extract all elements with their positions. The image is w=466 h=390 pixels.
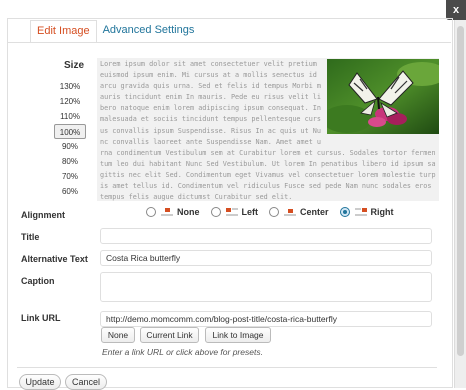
alignment-options: None Left Center Right [146, 207, 405, 217]
close-button[interactable]: x [446, 0, 466, 20]
size-option[interactable]: 110% [54, 109, 86, 124]
link-to-image-button[interactable]: Link to Image [205, 327, 271, 343]
caption-textarea[interactable] [100, 272, 432, 302]
link-url-label: Link URL [21, 313, 61, 323]
scrollbar-thumb[interactable] [457, 26, 464, 356]
align-none-icon [161, 207, 173, 217]
link-url-input[interactable]: http://demo.momcomm.com/blog-post-title/… [100, 311, 432, 327]
tab-edit-image[interactable]: Edit Image [30, 20, 97, 43]
link-none-button[interactable]: None [101, 327, 135, 343]
tab-divider [8, 42, 451, 43]
scrollbar[interactable] [454, 20, 466, 388]
align-none-option[interactable]: None [146, 207, 200, 217]
alignment-label: Alignment [21, 210, 65, 220]
align-none-radio[interactable] [146, 207, 156, 217]
align-left-label: Left [241, 207, 259, 217]
align-none-label: None [177, 207, 200, 217]
title-input[interactable] [100, 228, 432, 244]
footer-divider [17, 367, 437, 368]
link-hint: Enter a link URL or click above for pres… [102, 347, 263, 357]
alt-text-label: Alternative Text [21, 254, 88, 264]
title-label: Title [21, 232, 40, 242]
tab-bar: Edit Image Advanced Settings [30, 20, 201, 43]
current-link-button[interactable]: Current Link [140, 327, 199, 343]
alt-text-input[interactable]: Costa Rica butterfly [100, 250, 432, 266]
align-right-label: Right [370, 207, 394, 217]
size-option[interactable]: 120% [54, 94, 86, 109]
align-center-icon [284, 208, 296, 217]
size-option[interactable]: 130% [54, 79, 86, 94]
size-list: 130% 120% 110% 100% 90% 80% 70% 60% [54, 79, 86, 199]
caption-label: Caption [21, 276, 55, 286]
tab-advanced-settings[interactable]: Advanced Settings [97, 20, 201, 41]
align-center-label: Center [300, 207, 329, 217]
align-center-radio[interactable] [269, 207, 279, 217]
align-right-icon [354, 207, 367, 217]
align-center-option[interactable]: Center [269, 207, 329, 217]
align-right-radio[interactable] [339, 207, 350, 217]
preview-text: Lorem ipsum dolor sit amet consectetuer … [100, 59, 437, 201]
size-option[interactable]: 90% [54, 139, 86, 154]
align-left-icon [225, 207, 238, 217]
align-left-option[interactable]: Left [210, 207, 259, 217]
size-option[interactable]: 60% [54, 184, 86, 199]
align-right-option[interactable]: Right [339, 207, 394, 217]
size-option[interactable]: 70% [54, 169, 86, 184]
size-label: Size [64, 60, 85, 71]
size-option[interactable]: 80% [54, 154, 86, 169]
size-option-selected[interactable]: 100% [54, 124, 86, 139]
align-left-radio[interactable] [210, 207, 221, 217]
image-preview: Lorem ipsum dolor sit amet consectetuer … [97, 58, 439, 201]
